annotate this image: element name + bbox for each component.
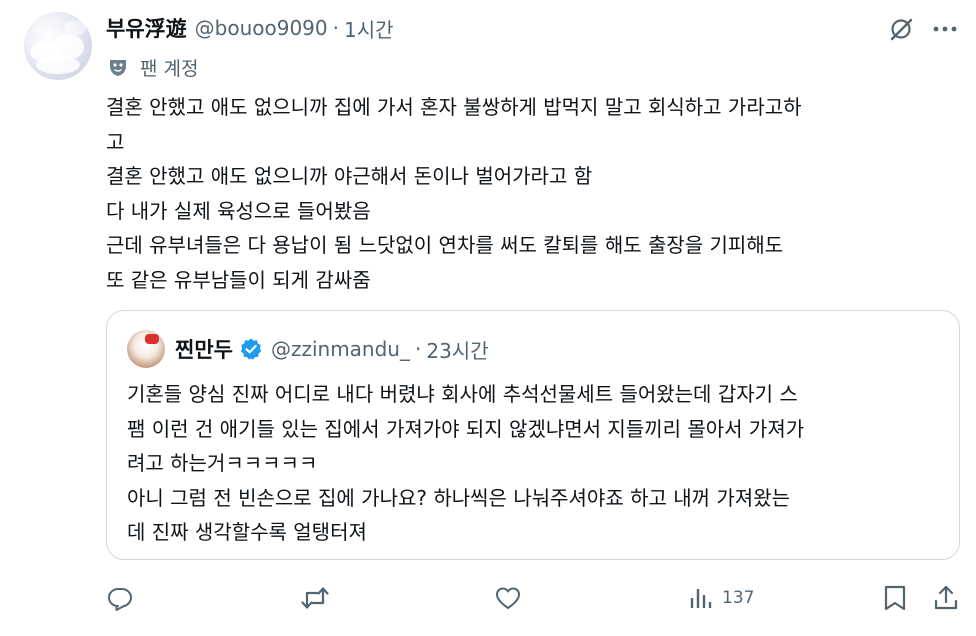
tweet-text-line: 또 같은 유부남들이 되게 감싸줌 (106, 267, 371, 292)
views-count: 137 (722, 588, 755, 608)
quoted-text-line: 아니 그럼 전 빈손으로 집에 가나요? 하나씩은 나눠주셔야죠 하고 내꺼 가… (127, 485, 790, 510)
tweet-text: 결혼 안했고 애도 없으니까 집에 가서 혼자 불쌍하게 밥먹지 말고 회식하고… (106, 90, 956, 297)
quoted-author-avatar[interactable] (127, 330, 165, 368)
tweet-action-bar: 137 (0, 580, 976, 616)
quoted-tweet[interactable]: 찐만두 @zzinmandu_ · 23시간 기혼들 양심 진짜 어디로 내다 … (106, 310, 960, 560)
views-button[interactable]: 137 (688, 580, 754, 616)
reply-icon (106, 584, 134, 612)
theater-mask-icon (106, 55, 130, 79)
like-button[interactable] (494, 580, 522, 616)
tweet-timestamp[interactable]: 1시간 (344, 14, 394, 43)
more-options-icon[interactable] (928, 14, 962, 44)
tweet-header: 부유浮遊 @bouoo9090 · 1시간 (106, 12, 394, 44)
verified-badge-icon (239, 337, 263, 361)
fan-account-label: 팬 계정 (106, 52, 198, 82)
quoted-tweet-timestamp[interactable]: 23시간 (426, 335, 488, 364)
quoted-text-line: 데 진짜 생각할수록 얼탱터져 (127, 520, 367, 544)
author-avatar[interactable] (24, 12, 92, 80)
share-button[interactable] (932, 580, 960, 616)
tweet-text-line: 결혼 안했고 애도 없으니까 야근해서 돈이나 벌어가라고 함 (106, 164, 593, 188)
tweet-text-line: 근데 유부녀들은 다 용납이 됨 느닷없이 연차를 써도 칼퇴를 해도 출장을 … (106, 233, 784, 257)
share-icon (932, 584, 960, 612)
quoted-text-line: 려고 하는거ㅋㅋㅋㅋㅋ (127, 451, 318, 475)
tweet-text-line: 결혼 안했고 애도 없으니까 집에 가서 혼자 불쌍하게 밥먹지 말고 회식하고… (106, 95, 802, 119)
quoted-text-line: 기혼들 양심 진짜 어디로 내다 버렸냐 회사에 추석선물세트 들어왔는데 갑자… (127, 382, 798, 406)
reply-button[interactable] (106, 580, 134, 616)
bookmark-icon (882, 584, 908, 612)
tweet-text-line: 고 (106, 129, 125, 154)
fan-account-text: 팬 계정 (140, 57, 199, 80)
grok-icon[interactable] (884, 14, 918, 44)
quoted-tweet-text: 기혼들 양심 진짜 어디로 내다 버렸냐 회사에 추석선물세트 들어왔는데 갑자… (127, 377, 949, 550)
tweet-text-line: 다 내가 실제 육성으로 들어봤음 (106, 198, 371, 223)
quoted-tweet-header: 찐만두 @zzinmandu_ · 23시간 (175, 331, 489, 367)
views-icon (688, 584, 714, 612)
like-icon (494, 584, 522, 612)
author-display-name[interactable]: 부유浮遊 (106, 13, 187, 43)
bookmark-button[interactable] (882, 580, 908, 616)
author-handle[interactable]: @bouoo9090 (195, 16, 328, 40)
quoted-author-handle[interactable]: @zzinmandu_ (271, 337, 410, 361)
retweet-button[interactable] (300, 580, 330, 616)
separator-dot: · (414, 337, 422, 361)
quoted-text-line: 팸 이런 건 애기들 있는 집에서 가져가야 되지 않겠냐면서 지들끼리 몰아서… (127, 416, 805, 441)
separator-dot: · (332, 16, 339, 40)
retweet-icon (300, 584, 330, 612)
quoted-author-display-name[interactable]: 찐만두 (175, 334, 233, 364)
